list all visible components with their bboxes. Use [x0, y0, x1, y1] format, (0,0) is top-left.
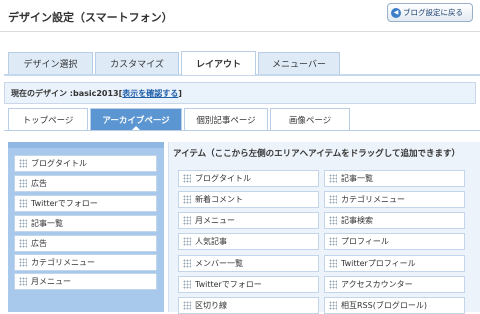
- available-item-label: メンバー一覧: [195, 259, 243, 268]
- available-item-label: Twitterでフォロー: [195, 280, 262, 289]
- available-item-label: 記事検索: [341, 216, 373, 225]
- available-item-label: 記事一覧: [341, 174, 373, 183]
- drag-handle-icon: [183, 280, 191, 289]
- available-item-label: ブログタイトル: [195, 174, 251, 183]
- drag-handle-icon: [329, 174, 337, 183]
- available-item[interactable]: プロフィール: [324, 233, 465, 250]
- back-to-blog-settings-button[interactable]: ◀ ブログ設定に戻る: [387, 3, 473, 22]
- subtab-archive-label: アーカイブページ: [102, 115, 170, 126]
- subtab-divider: [4, 130, 480, 131]
- available-item[interactable]: 記事一覧: [324, 170, 465, 187]
- available-item[interactable]: 月メニュー: [178, 212, 319, 229]
- available-item[interactable]: 記事検索: [324, 212, 465, 229]
- layout-item[interactable]: Twitterでフォロー: [14, 195, 157, 212]
- current-design-name: basic2013: [72, 88, 119, 98]
- drag-handle-icon: [19, 219, 27, 228]
- subtab-image-page[interactable]: 画像ページ: [270, 108, 350, 130]
- available-item-label: アクセスカウンター: [341, 280, 413, 289]
- layout-item-label: 月メニュー: [31, 277, 71, 286]
- available-item[interactable]: カテゴリメニュー: [324, 191, 465, 208]
- drag-handle-icon: [329, 259, 337, 268]
- available-item[interactable]: メンバー一覧: [178, 255, 319, 272]
- drag-handle-icon: [329, 216, 337, 225]
- available-items-header: アイテム（ここから左側のエリアへアイテムをドラッグして追加できます）: [173, 149, 461, 159]
- drag-handle-icon: [183, 237, 191, 246]
- drag-handle-icon: [19, 258, 27, 267]
- available-item-label: 区切り線: [195, 301, 227, 310]
- layout-item-label: 記事一覧: [31, 219, 63, 228]
- title-divider: [0, 31, 480, 32]
- current-design-prefix: 現在のデザイン :: [11, 88, 73, 98]
- layout-item[interactable]: 記事一覧: [14, 215, 157, 232]
- available-item[interactable]: Twitterプロフィール: [324, 255, 465, 272]
- drag-handle-icon: [19, 179, 27, 188]
- available-item[interactable]: 人気記事: [178, 233, 319, 250]
- layout-item[interactable]: 月メニュー: [14, 273, 157, 290]
- available-item-label: カテゴリメニュー: [341, 195, 405, 204]
- current-design-bar: 現在のデザイン : basic2013 [ 表示を確認する ]: [4, 82, 476, 104]
- layout-item-label: Twitterでフォロー: [31, 199, 98, 208]
- available-item-label: プロフィール: [341, 237, 389, 246]
- drag-handle-icon: [329, 301, 337, 310]
- tab-layout[interactable]: レイアウト: [181, 51, 256, 75]
- available-item-label: Twitterプロフィール: [341, 259, 416, 268]
- available-item[interactable]: 区切り線: [178, 297, 319, 314]
- back-arrow-icon: ◀: [391, 7, 401, 18]
- layout-item[interactable]: ブログタイトル: [14, 155, 157, 172]
- tab-menubar[interactable]: メニューバー: [258, 52, 340, 74]
- layout-item-label: ブログタイトル: [31, 159, 87, 168]
- layout-item[interactable]: 広告: [14, 175, 157, 192]
- available-item[interactable]: Twitterでフォロー: [178, 276, 319, 293]
- drag-handle-icon: [19, 239, 27, 248]
- subtab-archive-page[interactable]: アーカイブページ: [90, 108, 182, 131]
- drag-handle-icon: [183, 259, 191, 268]
- drag-handle-icon: [183, 301, 191, 310]
- subtab-article-page[interactable]: 個別記事ページ: [184, 108, 268, 130]
- drag-handle-icon: [19, 159, 27, 168]
- tab-design-select[interactable]: デザイン選択: [8, 52, 93, 74]
- drag-handle-icon: [183, 195, 191, 204]
- layout-item-label: 広告: [31, 239, 47, 248]
- drag-handle-icon: [329, 237, 337, 246]
- tab-customize[interactable]: カスタマイズ: [95, 52, 179, 74]
- drag-handle-icon: [19, 199, 27, 208]
- drag-handle-icon: [329, 280, 337, 289]
- available-item[interactable]: 新着コメント: [178, 191, 319, 208]
- available-item[interactable]: ブログタイトル: [178, 170, 319, 187]
- drag-handle-icon: [183, 174, 191, 183]
- available-item[interactable]: 相互RSS(ブログロール): [324, 297, 465, 314]
- drag-handle-icon: [19, 277, 27, 286]
- available-item-label: 新着コメント: [195, 195, 243, 204]
- available-item-label: 相互RSS(ブログロール): [341, 301, 427, 310]
- subtab-top-page[interactable]: トップページ: [8, 108, 88, 130]
- back-button-label: ブログ設定に戻る: [403, 8, 463, 17]
- preview-design-link[interactable]: 表示を確認する: [122, 88, 178, 99]
- layout-item[interactable]: 広告: [14, 235, 157, 252]
- drag-handle-icon: [329, 195, 337, 204]
- available-item[interactable]: アクセスカウンター: [324, 276, 465, 293]
- link-bracket-close: ]: [178, 88, 182, 98]
- available-item-label: 人気記事: [195, 237, 227, 246]
- drag-handle-icon: [183, 216, 191, 225]
- layout-item-label: 広告: [31, 179, 47, 188]
- layout-item-label: カテゴリメニュー: [31, 258, 95, 267]
- layout-item[interactable]: カテゴリメニュー: [14, 254, 157, 271]
- page-title: デザイン設定（スマートフォン）: [8, 11, 173, 24]
- available-item-label: 月メニュー: [195, 216, 235, 225]
